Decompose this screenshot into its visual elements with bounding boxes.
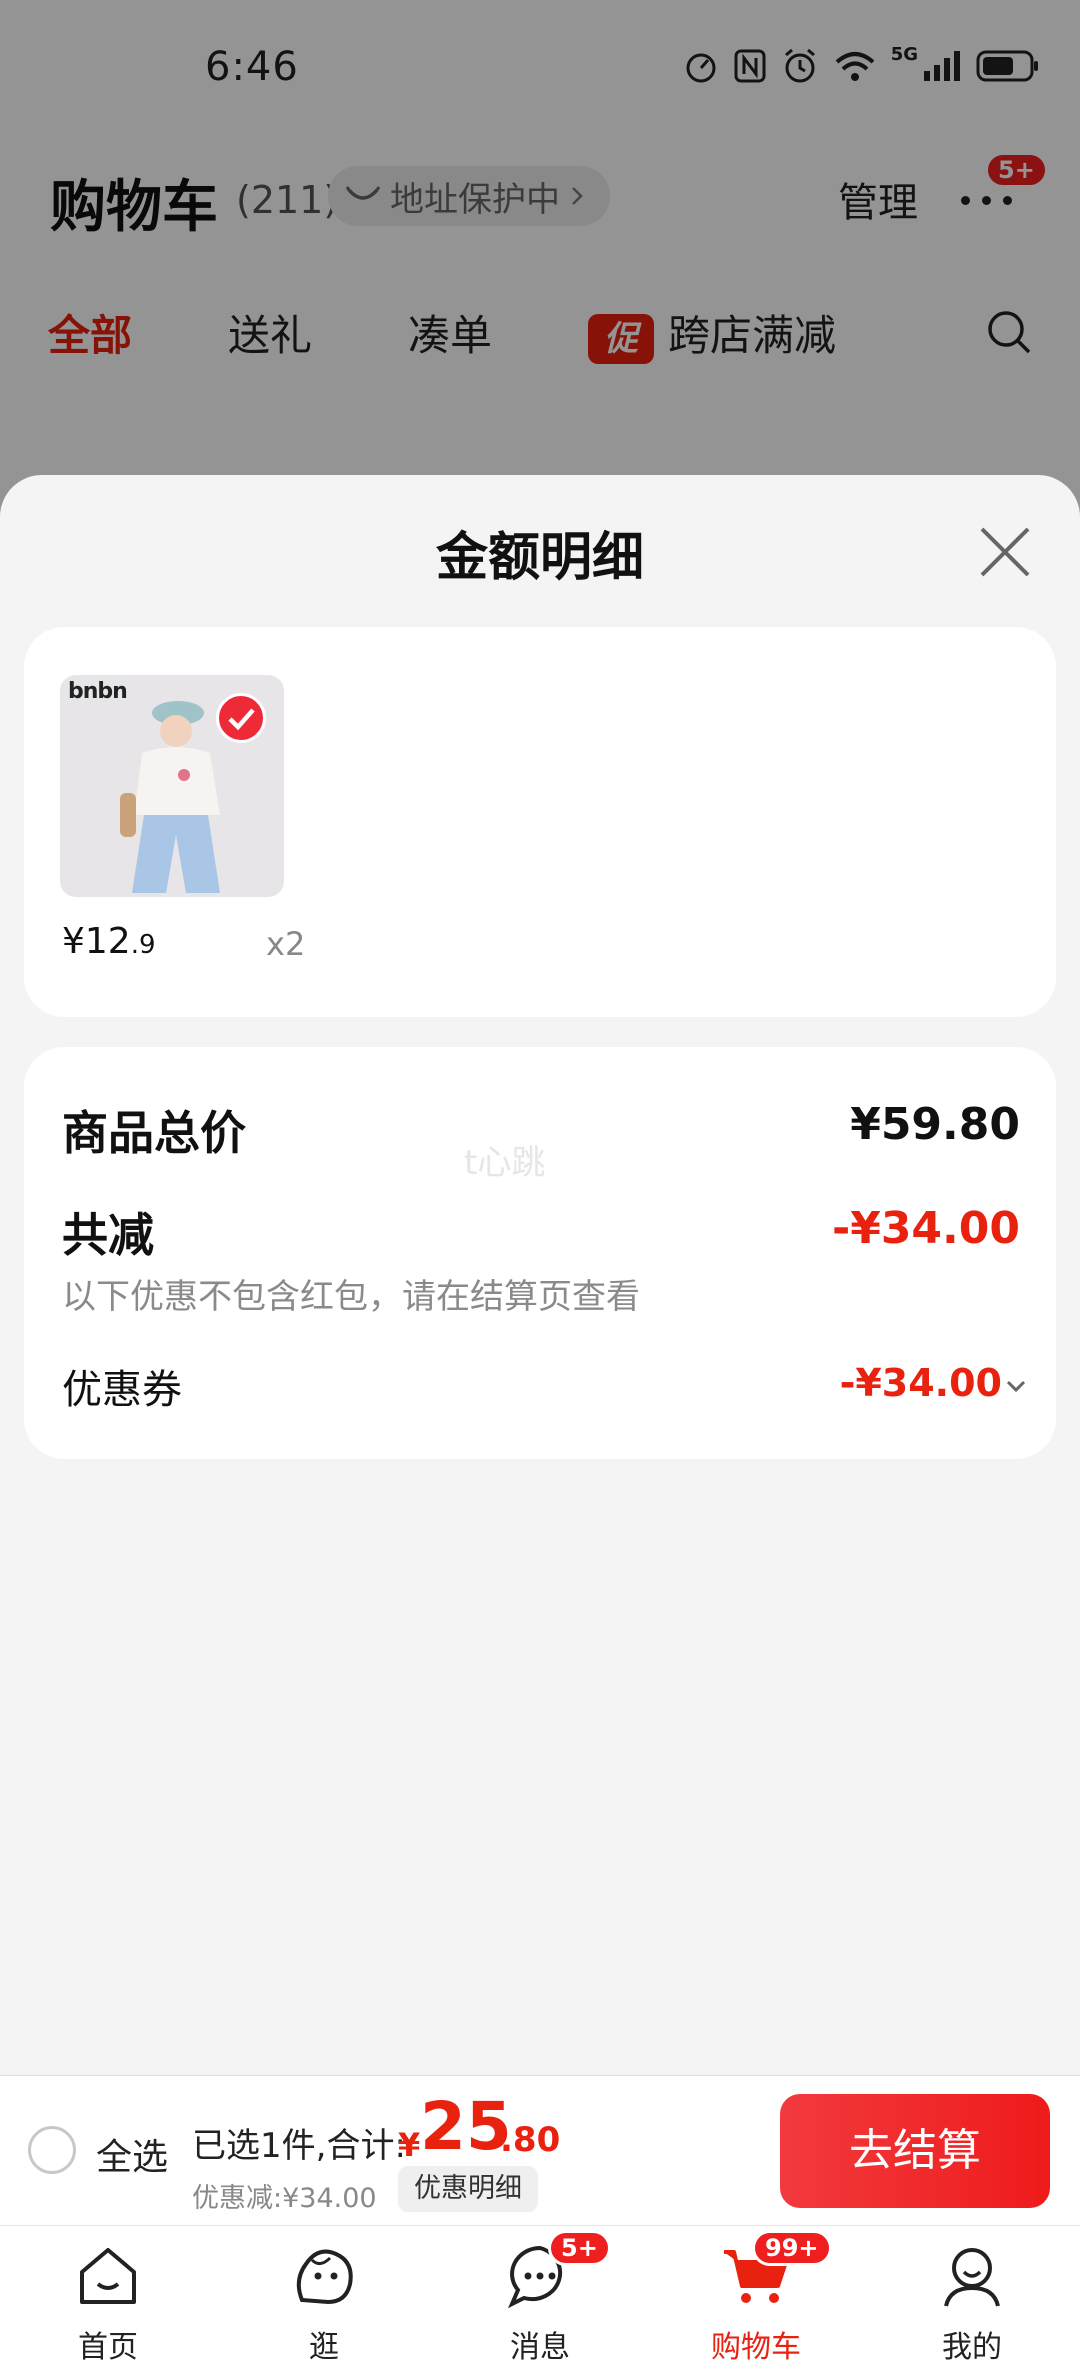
discount-amount-text: 优惠减:¥34.00 bbox=[192, 2183, 377, 2214]
close-button[interactable] bbox=[978, 525, 1032, 579]
item-quantity: x2 bbox=[266, 925, 306, 963]
discount-note: 以下优惠不包含红包，请在结算页查看 bbox=[62, 1277, 640, 1317]
home-icon bbox=[80, 2248, 136, 2304]
nav-label-browse: 逛 bbox=[309, 2330, 339, 2365]
bottom-nav: 首页 逛 5+ 消息 99+ 购物车 我的 bbox=[0, 2225, 1080, 2376]
coupon-label: 优惠券 bbox=[62, 1367, 182, 1413]
price-row: ¥12.9 x2 bbox=[60, 913, 305, 973]
sheet-title: 金额明细 bbox=[435, 528, 644, 588]
nav-label-home: 首页 bbox=[78, 2330, 138, 2365]
nav-label-cart: 购物车 bbox=[711, 2330, 801, 2365]
close-icon bbox=[980, 527, 1030, 577]
nav-label-profile: 我的 bbox=[942, 2330, 1002, 2365]
total-discount-value: -¥34.00 bbox=[831, 1203, 1020, 1254]
nav-item-messages[interactable]: 5+ 消息 bbox=[432, 2226, 648, 2376]
chevron-down-icon bbox=[1006, 1380, 1026, 1393]
total-currency: ¥ bbox=[398, 2126, 421, 2164]
item-price: ¥12.9 bbox=[62, 921, 156, 962]
total-decimal: .80 bbox=[500, 2120, 561, 2160]
checkout-bar: 全选 已选1件,合计: ¥ 25 .80 优惠减:¥34.00 优惠明细 去结算 bbox=[0, 2075, 1080, 2225]
messages-badge: 5+ bbox=[548, 2230, 611, 2266]
nav-item-cart[interactable]: 99+ 购物车 bbox=[648, 2226, 864, 2376]
select-all-radio[interactable] bbox=[28, 2126, 76, 2174]
total-discount-label: 共减 bbox=[62, 1208, 154, 1262]
select-all-label[interactable]: 全选 bbox=[96, 2128, 168, 2180]
profile-icon bbox=[944, 2248, 1000, 2307]
watermark-text: t心跳 bbox=[464, 1143, 546, 1183]
amount-details-sheet: 金额明细 bnbn ¥12.9 x2 t心跳 商品总价 ¥59.80 共减 -¥… bbox=[0, 475, 1080, 2075]
coupon-value: -¥34.00 bbox=[839, 1361, 1002, 1405]
goods-total-label: 商品总价 bbox=[62, 1106, 246, 1160]
nav-item-home[interactable]: 首页 bbox=[0, 2226, 216, 2376]
cart-badge: 99+ bbox=[752, 2230, 832, 2266]
nav-item-browse[interactable]: 逛 bbox=[216, 2226, 432, 2376]
selected-summary-text: 已选1件,合计: bbox=[192, 2126, 406, 2166]
items-card: bnbn ¥12.9 x2 bbox=[24, 627, 1056, 1017]
browse-icon bbox=[296, 2249, 353, 2305]
discount-detail-button[interactable]: 优惠明细 bbox=[398, 2166, 538, 2212]
selected-check-icon bbox=[216, 693, 266, 743]
product-image: bnbn bbox=[60, 675, 284, 897]
total-integer: 25 bbox=[420, 2088, 512, 2165]
nav-item-profile[interactable]: 我的 bbox=[864, 2226, 1080, 2376]
product-item[interactable]: bnbn ¥12.9 x2 bbox=[60, 675, 305, 973]
checkout-button[interactable]: 去结算 bbox=[780, 2094, 1050, 2208]
nav-label-messages: 消息 bbox=[510, 2330, 570, 2365]
coupon-row[interactable]: 优惠券 -¥34.00 bbox=[24, 1347, 1056, 1427]
summary-card: t心跳 商品总价 ¥59.80 共减 -¥34.00 以下优惠不包含红包，请在结… bbox=[24, 1047, 1056, 1459]
goods-total-value: ¥59.80 bbox=[850, 1099, 1020, 1150]
